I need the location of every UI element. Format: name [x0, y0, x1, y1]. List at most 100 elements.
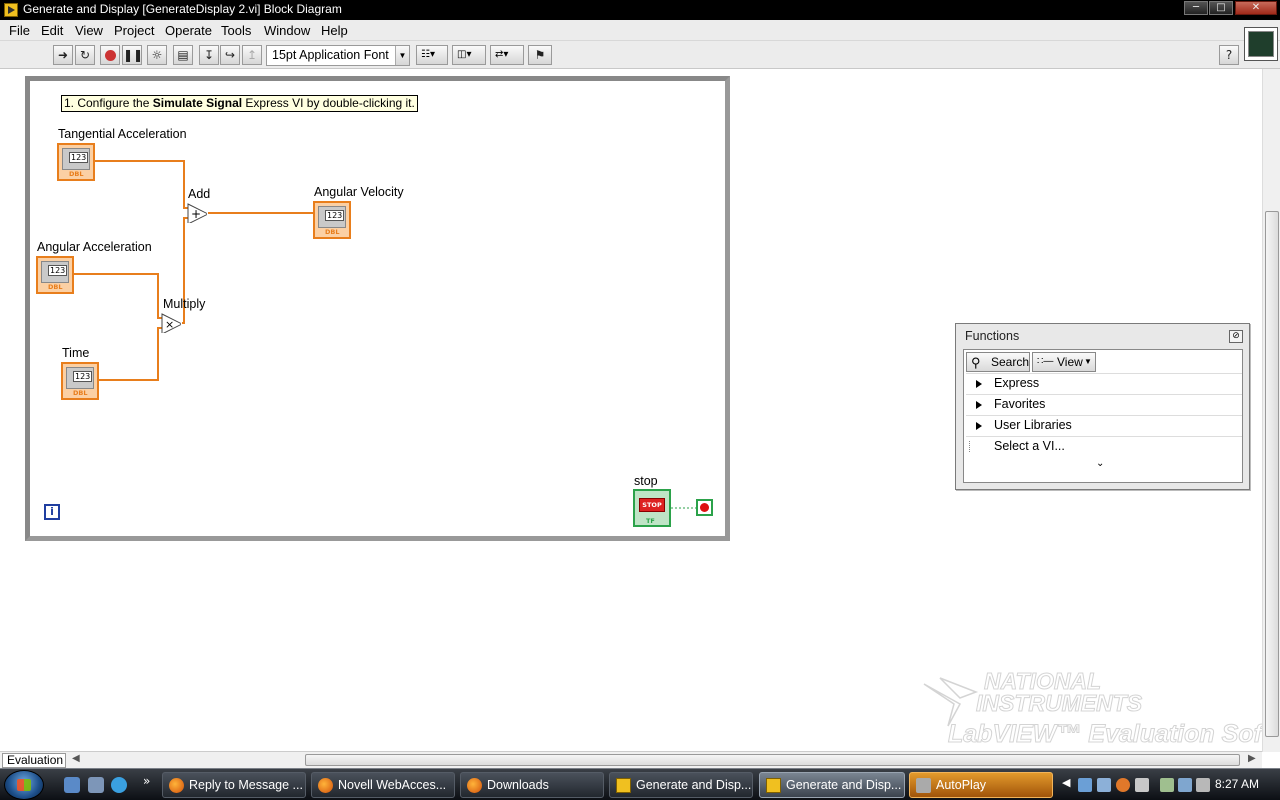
- palette-close-icon[interactable]: ⊘: [1229, 330, 1243, 343]
- terminal-type: DBL: [69, 170, 84, 178]
- terminal-number: 123: [69, 152, 89, 163]
- task-generate-display-1[interactable]: Generate and Disp...: [609, 772, 753, 798]
- evaluation-tab[interactable]: Evaluation: [2, 753, 66, 768]
- terminal-number: 123: [325, 210, 345, 221]
- firefox-icon: [467, 778, 482, 793]
- angular-velocity-terminal[interactable]: 123 DBL: [313, 201, 351, 239]
- palette-item-label: Express: [994, 376, 1040, 390]
- comment-suffix: Express VI by double-clicking it.: [242, 96, 415, 110]
- task-novell-webaccess[interactable]: Novell WebAcces...: [311, 772, 455, 798]
- add-node[interactable]: +: [187, 203, 207, 223]
- comment-prefix: 1. Configure the: [64, 96, 153, 110]
- stop-button-terminal[interactable]: STOP TF: [633, 489, 671, 527]
- watermark-line3: LabVIEW™ Evaluation Software: [947, 720, 1280, 749]
- palette-item-label: Favorites: [994, 397, 1046, 411]
- task-label: AutoPlay: [936, 778, 987, 792]
- while-loop[interactable]: [25, 76, 730, 541]
- palette-title: Functions: [965, 329, 1020, 343]
- tangential-acceleration-terminal[interactable]: 123 DBL: [57, 143, 95, 181]
- label-angular-velocity[interactable]: Angular Velocity: [314, 185, 404, 199]
- show-desktop-icon[interactable]: [64, 777, 80, 793]
- iteration-terminal[interactable]: i: [44, 504, 60, 520]
- stop-button-face: STOP: [639, 498, 665, 512]
- comment-label[interactable]: 1. Configure the Simulate Signal Express…: [61, 95, 418, 112]
- chevron-down-icon: ▼: [1084, 357, 1092, 366]
- palette-item-label: Select a VI...: [994, 439, 1065, 453]
- palette-body: ⚲ Search ∷— View ▼ Express Favorites Use…: [963, 349, 1243, 483]
- firefox-icon: [169, 778, 184, 793]
- grip-icon: [969, 441, 971, 452]
- task-label: Generate and Disp...: [786, 778, 902, 792]
- multiply-node[interactable]: ×: [161, 313, 181, 333]
- ni-watermark-logo: NATIONAL INSTRUMENTS LabVIEW™ Evaluation…: [920, 668, 1280, 750]
- palette-more-chevron-icon[interactable]: ⌄: [1096, 458, 1104, 469]
- task-generate-display-2[interactable]: Generate and Disp...: [759, 772, 905, 798]
- vertical-scrollbar[interactable]: [1262, 69, 1280, 752]
- internet-explorer-icon[interactable]: [111, 777, 127, 793]
- tray-app-icon[interactable]: [1097, 778, 1111, 792]
- palette-search-button[interactable]: ⚲ Search: [966, 352, 1030, 372]
- tray-network-icon[interactable]: [1078, 778, 1092, 792]
- palette-item-label: User Libraries: [994, 418, 1072, 432]
- comment-bold: Simulate Signal: [152, 96, 243, 110]
- palette-item-select-vi[interactable]: Select a VI...: [966, 436, 1242, 456]
- firefox-icon: [318, 778, 333, 793]
- terminal-number: 123: [48, 265, 68, 276]
- autoplay-icon: [916, 778, 931, 793]
- quick-launch-more-icon[interactable]: »: [143, 774, 150, 788]
- tray-volume-icon[interactable]: [1196, 778, 1210, 792]
- taskbar-clock[interactable]: 8:27 AM: [1215, 777, 1259, 791]
- taskbar: » Reply to Message ... Novell WebAcces..…: [0, 768, 1280, 800]
- start-button[interactable]: [4, 770, 44, 800]
- palette-item-express[interactable]: Express: [966, 373, 1242, 393]
- terminal-type: DBL: [73, 389, 88, 397]
- labview-icon: [616, 778, 631, 793]
- horizontal-scroll-thumb[interactable]: [305, 754, 1240, 766]
- scroll-right-arrow-icon[interactable]: ▶: [1248, 753, 1256, 764]
- task-reply-to-message[interactable]: Reply to Message ...: [162, 772, 306, 798]
- task-autoplay[interactable]: AutoPlay: [909, 772, 1053, 798]
- terminal-type: DBL: [325, 228, 340, 236]
- task-downloads[interactable]: Downloads: [460, 772, 604, 798]
- label-multiply[interactable]: Multiply: [163, 297, 205, 311]
- search-icon: ⚲: [971, 355, 981, 370]
- terminal-number: 123: [73, 371, 93, 382]
- time-terminal[interactable]: 123 DBL: [61, 362, 99, 400]
- multiply-symbol: ×: [165, 318, 174, 331]
- labview-icon: [766, 778, 781, 793]
- tray-expand-icon[interactable]: ◀: [1062, 776, 1070, 789]
- stop-terminal-type: TF: [646, 517, 655, 525]
- loop-condition-terminal[interactable]: [696, 499, 713, 516]
- expand-arrow-icon: [976, 422, 982, 430]
- scroll-left-arrow-icon[interactable]: ◀: [72, 753, 80, 764]
- label-add[interactable]: Add: [188, 187, 210, 201]
- add-symbol: +: [191, 207, 201, 221]
- terminal-type: DBL: [48, 283, 63, 291]
- switch-windows-icon[interactable]: [88, 777, 104, 793]
- label-angular-acceleration[interactable]: Angular Acceleration: [37, 240, 152, 254]
- tray-network-connection-icon[interactable]: [1178, 778, 1192, 792]
- expand-arrow-icon: [976, 401, 982, 409]
- angular-acceleration-terminal[interactable]: 123 DBL: [36, 256, 74, 294]
- label-tangential-acceleration[interactable]: Tangential Acceleration: [58, 127, 187, 141]
- palette-view-button[interactable]: ∷— View ▼: [1032, 352, 1096, 372]
- tray-safely-remove-icon[interactable]: [1160, 778, 1174, 792]
- task-label: Reply to Message ...: [189, 778, 303, 792]
- tray-firefox-icon[interactable]: [1116, 778, 1130, 792]
- palette-search-label: Search: [991, 355, 1030, 369]
- vertical-scroll-thumb[interactable]: [1265, 211, 1279, 737]
- tray-device-icon[interactable]: [1135, 778, 1149, 792]
- palette-view-label: View: [1057, 355, 1083, 369]
- task-label: Downloads: [487, 778, 549, 792]
- expand-arrow-icon: [976, 380, 982, 388]
- palette-item-user-libraries[interactable]: User Libraries: [966, 415, 1242, 435]
- functions-palette[interactable]: Functions ⊘ ⚲ Search ∷— View ▼ Express F…: [955, 323, 1250, 490]
- task-label: Novell WebAcces...: [338, 778, 447, 792]
- horizontal-scrollbar[interactable]: Evaluation ◀ ▶: [0, 751, 1262, 768]
- palette-item-favorites[interactable]: Favorites: [966, 394, 1242, 414]
- task-label: Generate and Disp...: [636, 778, 752, 792]
- watermark-line2: INSTRUMENTS: [975, 690, 1143, 717]
- label-time[interactable]: Time: [62, 346, 89, 360]
- label-stop[interactable]: stop: [634, 474, 658, 488]
- view-options-icon: ∷—: [1037, 356, 1054, 367]
